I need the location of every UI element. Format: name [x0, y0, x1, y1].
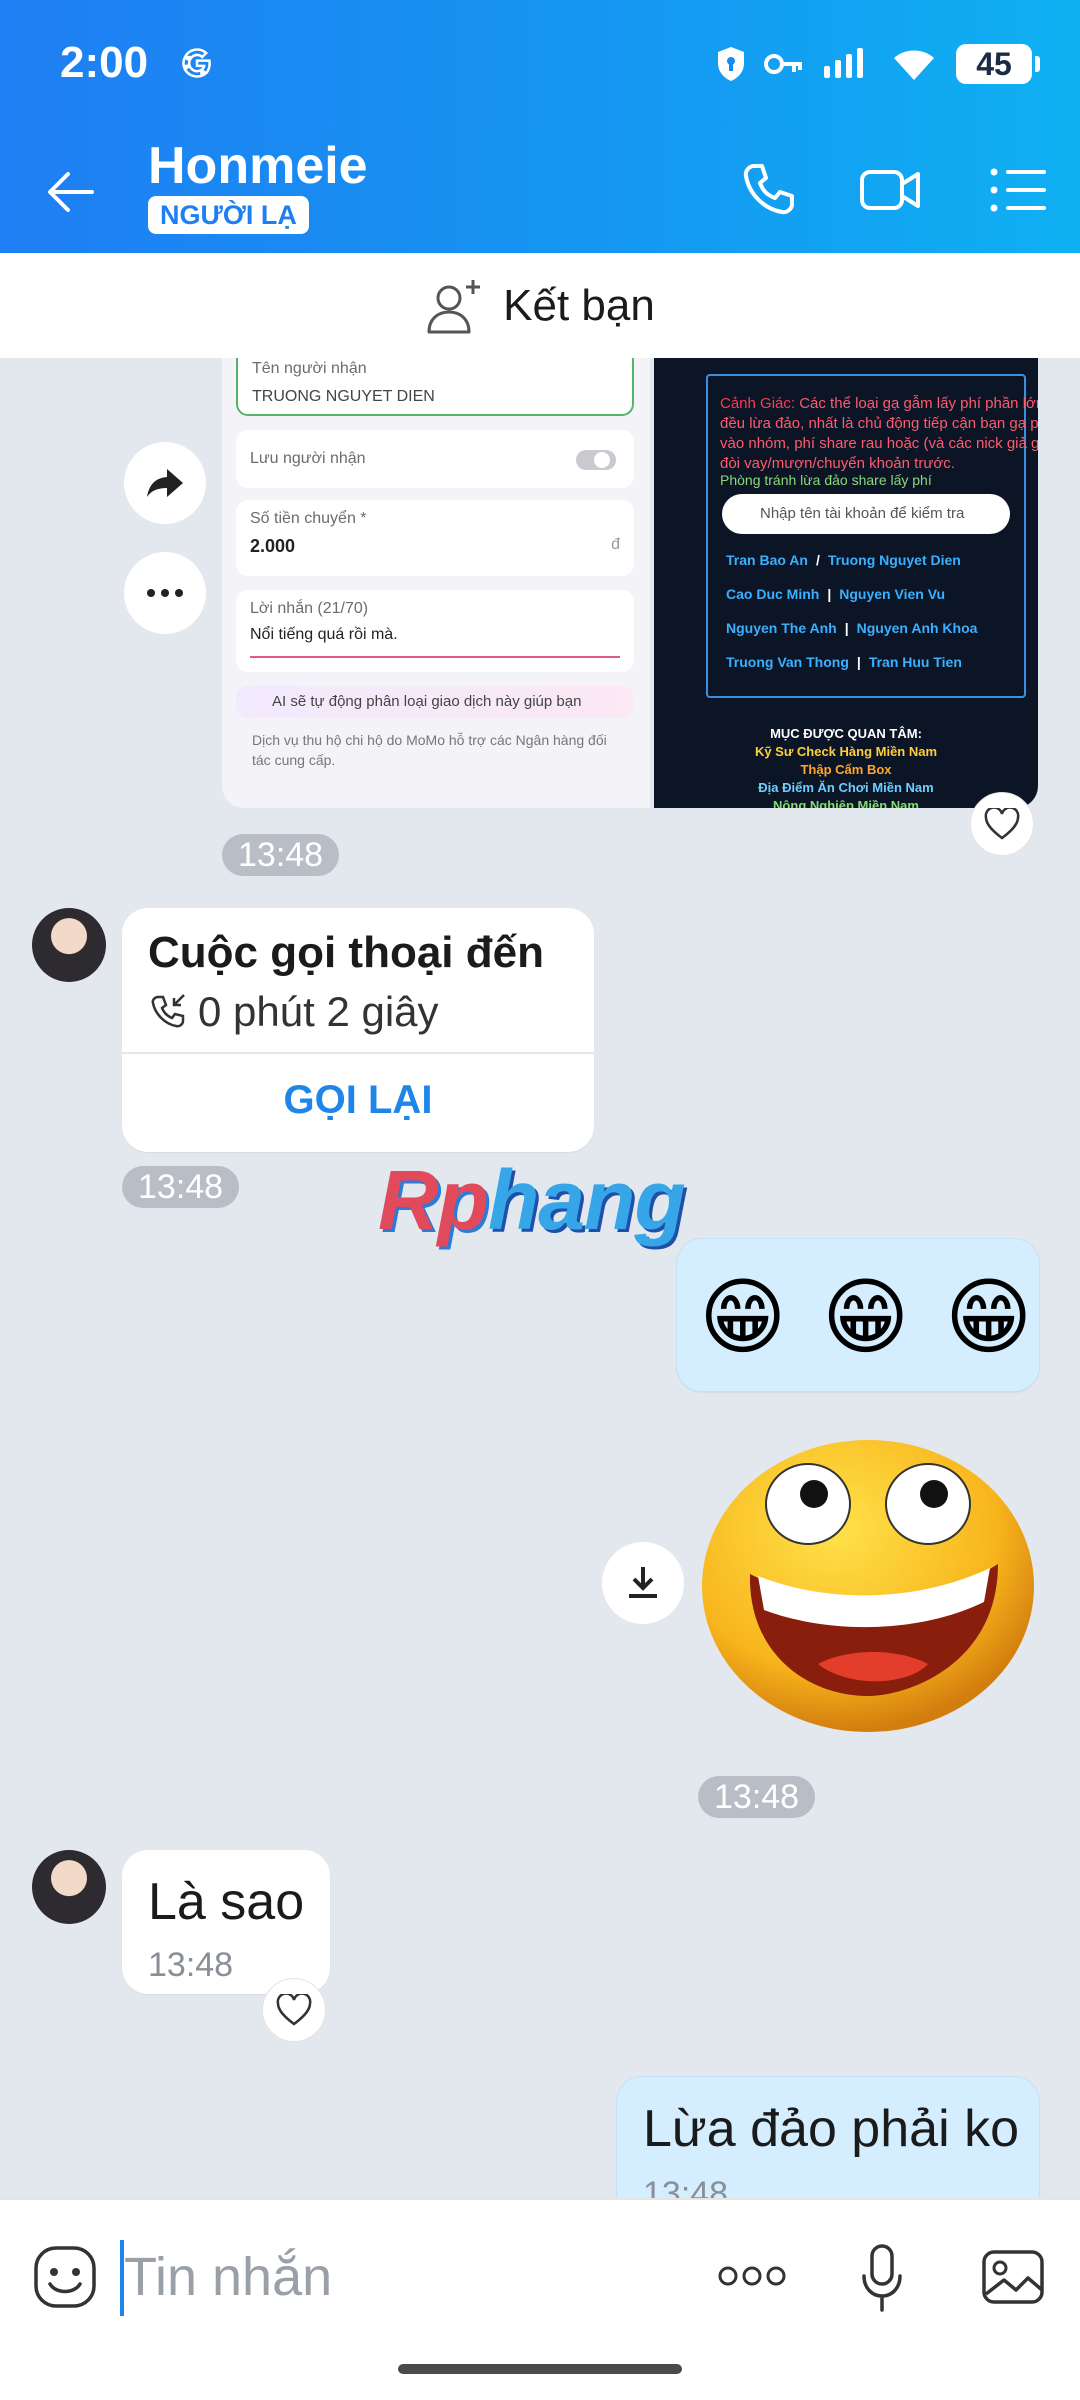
phone-call-icon[interactable] [736, 158, 800, 222]
message-time: 13:48 [148, 1946, 234, 1984]
recipient-label: Tên người nhận [252, 360, 367, 377]
add-friend-label: Kết bạn [503, 280, 655, 330]
key-icon [764, 54, 802, 74]
more-options-icon[interactable] [716, 2264, 788, 2288]
shared-screenshot-transfer[interactable]: Tên người nhận TRUONG NGUYET DIEN Lưu ng… [222, 358, 650, 808]
amount-label: Số tiền chuyển * [250, 510, 367, 527]
name-row: Tran Bao An / Truong Nguyet Dien [726, 552, 961, 568]
incoming-call-icon [151, 994, 185, 1028]
call-duration: 0 phút 2 giây [198, 988, 439, 1035]
laughing-face-sticker[interactable] [698, 1434, 1038, 1734]
contact-name[interactable]: Honmeie [148, 136, 368, 196]
save-recipient-toggle [576, 450, 616, 470]
name-row: Cao Duc Minh | Nguyen Vien Vu [726, 586, 946, 602]
status-time: 2:00 [60, 38, 149, 87]
home-indicator [398, 2364, 682, 2374]
avatar[interactable] [32, 908, 106, 982]
ai-note: AI sẽ tự động phân loại giao dịch này gi… [272, 693, 582, 710]
react-heart-button[interactable] [262, 1978, 326, 2042]
message-bubble[interactable]: Là sao 13:48 [122, 1850, 330, 1994]
battery-indicator: 45 [956, 44, 1040, 84]
microphone-icon[interactable] [860, 2242, 904, 2314]
save-recipient-label: Lưu người nhận [250, 450, 366, 467]
message-composer: Tin nhắn [0, 2198, 1080, 2400]
react-heart-button[interactable] [970, 792, 1034, 856]
time-pill: 13:48 [222, 834, 340, 876]
video-call-icon[interactable] [858, 158, 922, 222]
interest-item: Địa Điểm Ăn Chơi Miền Nam [758, 780, 934, 795]
call-back-button[interactable]: GỌI LẠI [122, 1078, 594, 1123]
status-icons: 45 [716, 42, 1040, 86]
recipient-field: Tên người nhận TRUONG NGUYET DIEN [236, 358, 634, 416]
time-pill: 13:48 [698, 1776, 816, 1818]
forward-button[interactable] [124, 442, 206, 524]
download-icon [629, 1567, 657, 1598]
shield-icon [718, 47, 744, 81]
signal-icon [824, 48, 863, 78]
call-duration-row: 0 phút 2 giây [148, 988, 439, 1036]
recipient-value: TRUONG NGUYET DIEN [252, 388, 435, 405]
download-button[interactable] [602, 1542, 684, 1624]
sticker-emoji-icon[interactable] [32, 2244, 98, 2310]
avatar[interactable] [32, 1850, 106, 1924]
more-options-button[interactable] [124, 552, 206, 634]
call-title: Cuộc gọi thoại đến [148, 928, 544, 977]
call-log-bubble: Cuộc gọi thoại đến 0 phút 2 giây GỌI LẠI [122, 908, 594, 1152]
google-icon [182, 48, 211, 78]
message-label: Lời nhắn (21/70) [250, 600, 369, 617]
add-friend-button[interactable]: Kết bạn [0, 253, 1080, 358]
amount-value: 2.000 [250, 536, 296, 556]
time-pill: 13:48 [122, 1166, 240, 1208]
interest-item: Thập Cẩm Box [800, 762, 892, 777]
interest-title: MỤC ĐƯỢC QUAN TÂM: [770, 726, 922, 741]
currency-label: đ [611, 536, 620, 553]
image-gallery-icon[interactable] [980, 2244, 1046, 2310]
add-user-icon [427, 279, 481, 333]
wifi-icon [894, 50, 934, 80]
message-text: Lừa đảo phải ko [643, 2100, 1019, 2158]
warning-box: Cảnh Giác: Các thể loại gạ gẫm lấy phí p… [706, 374, 1038, 698]
emoji-message-bubble[interactable]: 😁 😁 😁 [676, 1238, 1040, 1392]
save-recipient-row: Lưu người nhận [236, 430, 634, 488]
shared-screenshot-warning[interactable]: Cảnh Giác: Các thể loại gạ gẫm lấy phí p… [654, 358, 1038, 808]
message-input[interactable]: Tin nhắn [124, 2246, 332, 2308]
heart-icon [276, 1994, 312, 2026]
stranger-badge: NGƯỜI LẠ [148, 196, 309, 234]
message-value: Nổi tiếng quá rồi mà. [250, 626, 398, 643]
back-arrow-icon[interactable] [40, 160, 104, 224]
amount-field: Số tiền chuyển * 2.000 đ [236, 500, 634, 576]
watermark-logo: Rphang [378, 1153, 686, 1247]
message-field: Lời nhắn (21/70) Nổi tiếng quá rồi mà. [236, 590, 634, 672]
chat-header: 2:00 45 Honmeie NGƯỜI LẠ [0, 0, 1080, 253]
forward-arrow-icon [147, 469, 183, 497]
name-row: Nguyen The Anh | Nguyen Anh Khoa [726, 620, 978, 636]
footer-note: Dịch vụ thu hộ chi hộ do MoMo hỗ trợ các… [252, 732, 607, 768]
more-dots-icon [147, 589, 183, 597]
name-row: Truong Van Thong | Tran Huu Tien [726, 654, 962, 670]
interest-item: Kỹ Sư Check Hàng Miền Nam [754, 744, 938, 759]
warning-tip: Phòng tránh lừa đảo share lấy phí [720, 472, 932, 488]
heart-icon [984, 808, 1020, 840]
ai-note-row: AI sẽ tự động phân loại giao dịch này gi… [236, 686, 634, 718]
emoji-message-text: 😁 😁 😁 [699, 1270, 1039, 1364]
warning-text: Cảnh Giác: Các thể loại gạ gẫm lấy phí p… [720, 395, 1038, 472]
message-text: Là sao [148, 1873, 305, 1931]
menu-list-icon[interactable] [986, 158, 1050, 222]
account-check-search: Nhập tên tài khoản để kiểm tra [722, 494, 1010, 534]
